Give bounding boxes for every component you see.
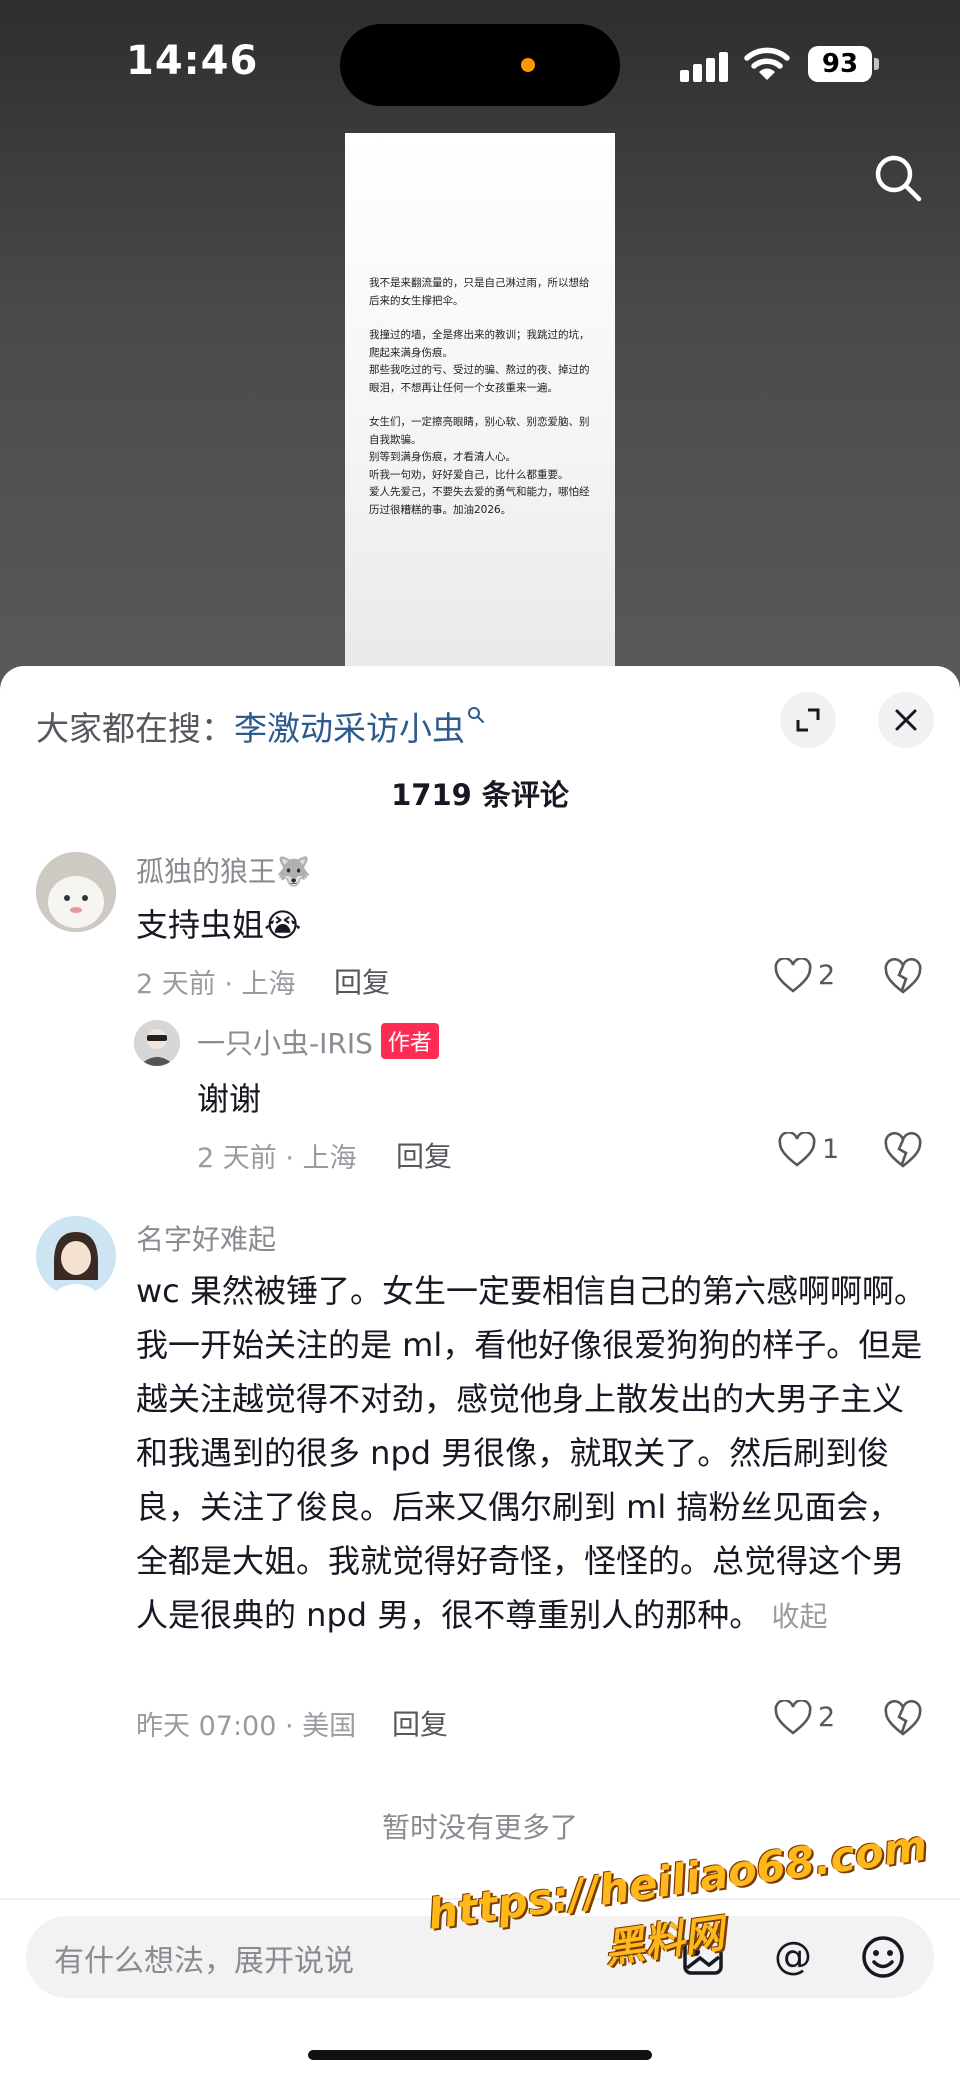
reply-button[interactable]: 回复 [392, 1703, 448, 1743]
note-paragraph-1: 我不是来翻流量的，只是自己淋过雨，所以想给后来的女生撑把伞。 [369, 277, 590, 307]
reply-button[interactable]: 回复 [334, 961, 390, 1001]
comment-text: 支持虫姐😭 [136, 906, 302, 944]
comment-text: wc 果然被锤了。女生一定要相信自己的第六感啊啊啊。我一开始关注的是 ml，看他… [136, 1272, 926, 1634]
cellular-signal-icon [680, 50, 730, 82]
like-count: 2 [818, 1702, 836, 1733]
battery-icon: 93 [808, 46, 872, 82]
avatar[interactable] [36, 1216, 116, 1296]
dynamic-island [340, 24, 620, 106]
reply-button[interactable]: 回复 [396, 1135, 452, 1175]
status-bar: 14:46 93 [0, 0, 960, 130]
like-button[interactable]: 1 [778, 1132, 844, 1172]
like-button[interactable]: 2 [774, 958, 844, 998]
dislike-icon[interactable] [884, 958, 922, 996]
status-time: 14:46 [126, 38, 259, 84]
comment-meta: 昨天 07:00 · 美国 [136, 1711, 357, 1742]
wifi-icon [744, 47, 790, 80]
close-button[interactable] [878, 692, 934, 748]
like-count: 2 [818, 960, 836, 991]
home-indicator[interactable] [308, 2050, 652, 2060]
battery-tip [874, 58, 879, 70]
note-paragraph-2: 我撞过的墙，全是疼出来的教训；我跳过的坑，爬起来满身伤痕。 那些我吃过的亏、受过… [369, 329, 590, 394]
comment-count: 1719 条评论 [391, 778, 569, 812]
hot-search-keyword[interactable]: 李激动采访小虫 [234, 709, 465, 748]
reply-username[interactable]: 一只小虫-IRIS 作者 [197, 1022, 439, 1062]
person-avatar-icon [134, 1020, 180, 1066]
close-icon [895, 709, 917, 731]
like-count: 1 [822, 1134, 840, 1165]
avatar[interactable] [134, 1020, 180, 1066]
comment-text-block: wc 果然被锤了。女生一定要相信自己的第六感啊啊啊。我一开始关注的是 ml，看他… [136, 1264, 926, 1644]
search-icon [468, 707, 484, 723]
heart-icon [774, 958, 812, 993]
reply-username-text: 一只小虫-IRIS [197, 1027, 373, 1060]
search-icon[interactable] [872, 152, 924, 204]
like-button[interactable]: 2 [774, 1700, 844, 1740]
dislike-icon[interactable] [884, 1132, 922, 1170]
expand-button[interactable] [780, 692, 836, 748]
comment-username[interactable]: 孤独的狼王🐺 [136, 850, 311, 890]
note-paragraph-3: 女生们，一定擦亮眼睛，别心软、别恋爱脑、别自我欺骗。 别等到满身伤痕，才看清人心… [369, 416, 590, 516]
note-image: 我不是来翻流量的，只是自己淋过雨，所以想给后来的女生撑把伞。 我撞过的墙，全是疼… [345, 133, 615, 673]
reply-meta: 2 天前 · 上海 [197, 1143, 357, 1174]
hot-search-bar[interactable]: 大家都在搜：李激动采访小虫 [36, 702, 485, 750]
heart-icon [774, 1700, 812, 1735]
comment-input-placeholder: 有什么想法，展开说说 [54, 1944, 354, 1979]
girl-avatar-icon [36, 1216, 116, 1296]
collapse-button[interactable]: 收起 [771, 1600, 827, 1633]
expand-icon [796, 708, 820, 732]
heart-icon [778, 1132, 816, 1167]
author-badge: 作者 [380, 1023, 439, 1059]
reply-text: 谢谢 [197, 1080, 262, 1118]
comment-meta: 2 天前 · 上海 [136, 969, 296, 1000]
comment-username[interactable]: 名字好难起 [136, 1218, 276, 1258]
avatar[interactable] [36, 852, 116, 932]
cat-avatar-icon [36, 852, 116, 932]
recording-indicator-icon [521, 58, 535, 72]
hot-search-label: 大家都在搜： [36, 709, 234, 748]
dislike-icon[interactable] [884, 1700, 922, 1738]
